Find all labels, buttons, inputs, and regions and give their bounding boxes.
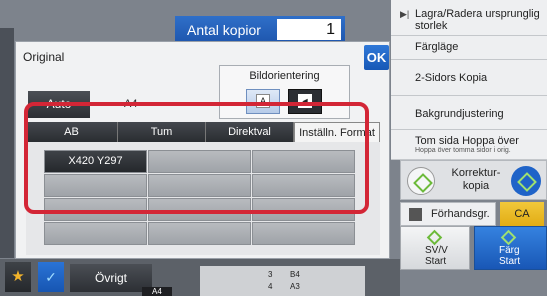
format-cell-10[interactable] bbox=[44, 222, 147, 245]
korrektur-panel: Korrektur-kopia bbox=[400, 160, 547, 200]
start-bw-line1: SV/V bbox=[425, 245, 448, 256]
korrektur-color-button[interactable] bbox=[511, 166, 541, 196]
star-icon[interactable]: ★ bbox=[5, 262, 31, 292]
dialog-title: Original bbox=[23, 50, 65, 64]
format-cell-11[interactable] bbox=[148, 222, 251, 245]
diamond-icon bbox=[426, 229, 443, 246]
menu-item-tom-sida-label: Tom sida Hoppa över bbox=[415, 135, 519, 147]
tray-row-1-num: 3 bbox=[268, 270, 273, 279]
ok-button[interactable]: OK bbox=[364, 45, 389, 70]
ca-button[interactable]: CA bbox=[500, 202, 544, 226]
menu-item-tom-sida[interactable]: Tom sida Hoppa över Hoppa över tomma sid… bbox=[391, 130, 547, 160]
left-strip bbox=[0, 28, 14, 258]
ovrigt-button[interactable]: Övrigt bbox=[70, 264, 152, 292]
preview-button[interactable]: Förhandsgr. bbox=[400, 202, 496, 226]
copies-bar: Antal kopior 1 bbox=[175, 16, 345, 43]
start-color-line1: Färg bbox=[499, 245, 520, 256]
tray-background bbox=[200, 266, 365, 296]
preview-icon bbox=[409, 208, 422, 221]
start-bw-line2: Start bbox=[425, 256, 447, 267]
grid-highlight-frame bbox=[24, 102, 369, 214]
start-bw-text: SV/V Start bbox=[425, 245, 448, 267]
menu-item-bakgrundjustering[interactable]: Bakgrundjustering bbox=[391, 96, 547, 130]
start-color-button[interactable]: Färg Start bbox=[474, 226, 547, 270]
menu-item-2-sidors-kopia[interactable]: 2-Sidors Kopia bbox=[391, 60, 547, 96]
start-color-line2: Start bbox=[499, 256, 521, 267]
diamond-icon bbox=[500, 229, 517, 246]
tray-row-2-num: 4 bbox=[268, 282, 273, 291]
orientation-label: Bildorientering bbox=[249, 70, 320, 82]
tray-status: 3 B4 4 A3 bbox=[200, 266, 365, 296]
tray-row-2-size: A3 bbox=[290, 282, 300, 291]
preview-label: Förhandsgr. bbox=[431, 208, 490, 220]
format-cell-12[interactable] bbox=[252, 222, 355, 245]
tray-selected-tag: A4 bbox=[142, 287, 172, 296]
korrektur-bw-button[interactable] bbox=[407, 167, 435, 195]
menu-item-tom-sida-sub: Hoppa över tomma sidor i orig. bbox=[415, 147, 511, 154]
korrektur-label: Korrektur-kopia bbox=[451, 167, 501, 192]
right-menu: ▶| Lagra/Radera ursprunglig storlek Färg… bbox=[391, 0, 547, 160]
menu-item-fargläge[interactable]: Färgläge bbox=[391, 36, 547, 60]
check-icon[interactable]: ✓ bbox=[38, 262, 64, 292]
start-bw-button[interactable]: SV/V Start bbox=[400, 226, 470, 270]
start-color-text: Färg Start bbox=[499, 245, 520, 267]
menu-item-lagra-radera[interactable]: Lagra/Radera ursprunglig storlek bbox=[391, 4, 547, 36]
copies-input[interactable]: 1 bbox=[277, 19, 341, 40]
copies-label: Antal kopior bbox=[187, 22, 261, 38]
tray-row-1-size: B4 bbox=[290, 270, 300, 279]
